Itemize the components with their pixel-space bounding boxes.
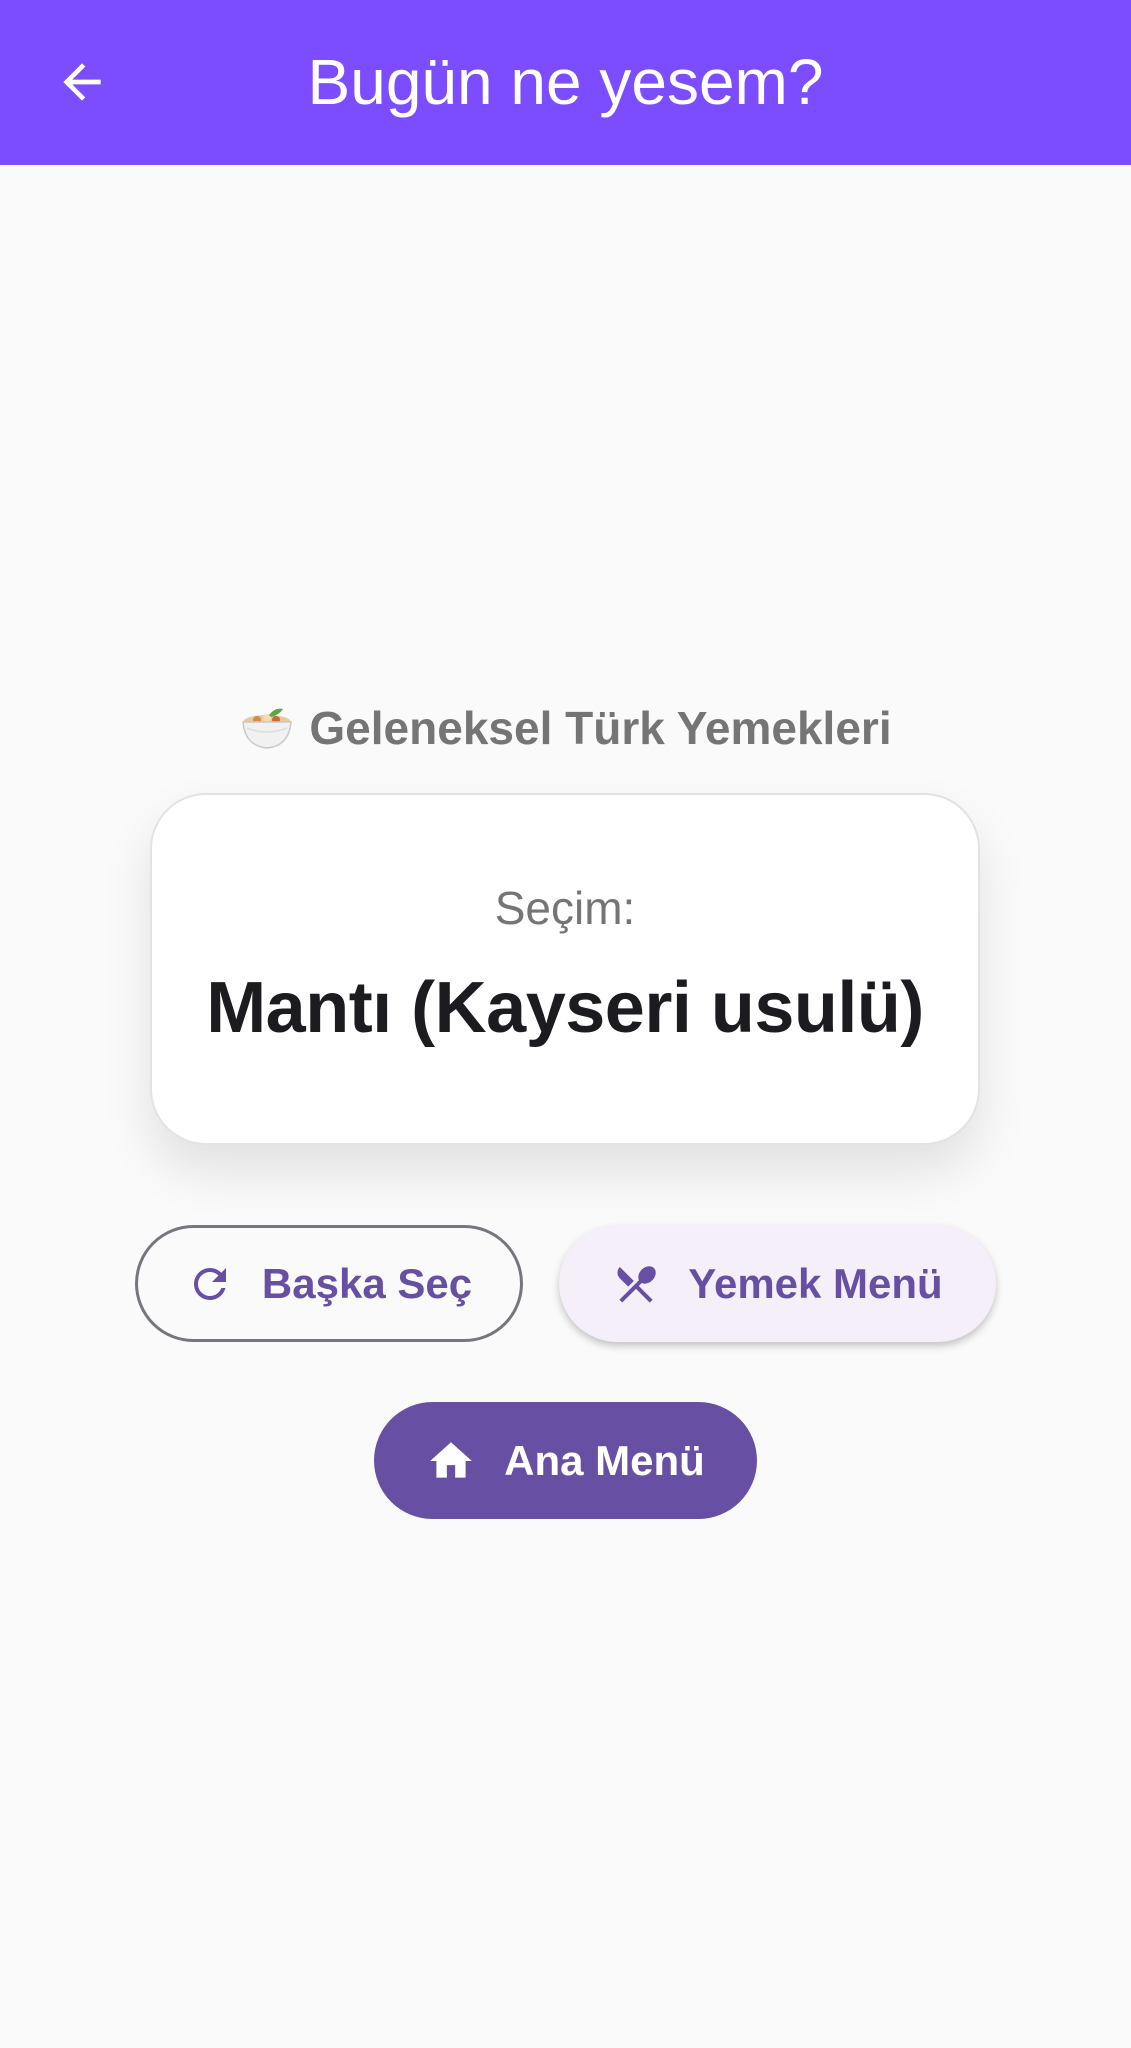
food-menu-label: Yemek Menü (688, 1259, 943, 1307)
main-menu-button[interactable]: Ana Menü (374, 1402, 757, 1519)
pick-another-label: Başka Seç (261, 1259, 473, 1307)
food-menu-button[interactable]: Yemek Menü (559, 1225, 996, 1342)
home-icon (430, 1441, 472, 1478)
result-label: Seçim: (494, 882, 636, 934)
refresh-icon (193, 1267, 226, 1300)
result-card: Seçim: Mantı (Kayseri usulü) (150, 793, 980, 1145)
category-label: Geleneksel Türk Yemekleri (309, 702, 892, 754)
pick-another-button[interactable]: Başka Seç (135, 1225, 523, 1342)
app-bar: Bugün ne yesem? (0, 0, 1131, 165)
category-heading: Geleneksel Türk Yemekleri (0, 698, 1131, 758)
main-menu-label: Ana Menü (504, 1436, 705, 1484)
page-title: Bugün ne yesem? (307, 46, 824, 118)
bowl-food-icon (242, 708, 293, 749)
utensils-crossed-icon (617, 1265, 656, 1303)
selected-dish: Mantı (Kayseri usulü) (206, 968, 924, 1048)
